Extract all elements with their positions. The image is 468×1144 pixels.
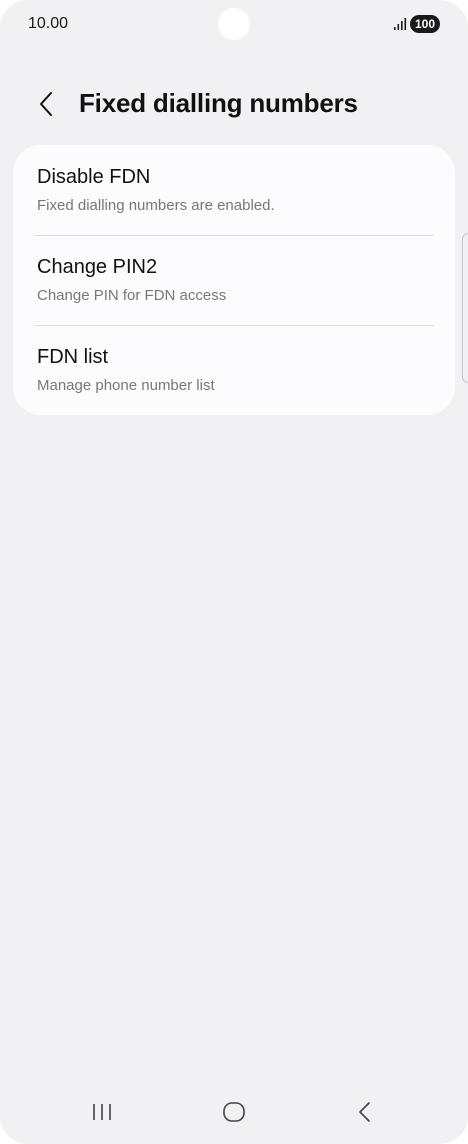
item-subtitle: Change PIN for FDN access bbox=[37, 287, 227, 304]
camera-cutout bbox=[218, 8, 250, 40]
scroll-handle[interactable] bbox=[462, 233, 468, 383]
navigation-bar bbox=[0, 1086, 468, 1142]
screen: 10.00 100 Fixed dialling numbers Disable… bbox=[0, 0, 468, 1144]
signal-bars-icon bbox=[394, 18, 407, 30]
status-time: 10.00 bbox=[28, 15, 69, 32]
recent-apps-icon bbox=[93, 1104, 111, 1120]
settings-card: Disable FDN Fixed dialling numbers are e… bbox=[13, 145, 455, 415]
nav-back-button[interactable] bbox=[345, 1096, 385, 1128]
back-icon bbox=[359, 1102, 370, 1122]
recent-apps-button[interactable] bbox=[82, 1096, 122, 1128]
back-button[interactable] bbox=[28, 86, 64, 122]
item-subtitle: Manage phone number list bbox=[37, 377, 215, 394]
app-header: Fixed dialling numbers bbox=[0, 80, 468, 130]
status-bar: 10.00 100 bbox=[0, 0, 468, 50]
home-button[interactable] bbox=[214, 1096, 254, 1128]
chevron-left-icon bbox=[40, 92, 52, 116]
home-icon bbox=[223, 1102, 245, 1122]
battery-badge: 100 bbox=[410, 15, 441, 33]
change-pin2-item[interactable]: Change PIN2 Change PIN for FDN access bbox=[13, 235, 455, 325]
item-title: FDN list bbox=[37, 346, 109, 368]
fdn-list-item[interactable]: FDN list Manage phone number list bbox=[13, 325, 455, 415]
item-subtitle: Fixed dialling numbers are enabled. bbox=[37, 197, 275, 214]
item-title: Disable FDN bbox=[37, 166, 151, 188]
disable-fdn-item[interactable]: Disable FDN Fixed dialling numbers are e… bbox=[13, 145, 455, 235]
page-title: Fixed dialling numbers bbox=[79, 88, 358, 118]
item-title: Change PIN2 bbox=[37, 256, 158, 278]
